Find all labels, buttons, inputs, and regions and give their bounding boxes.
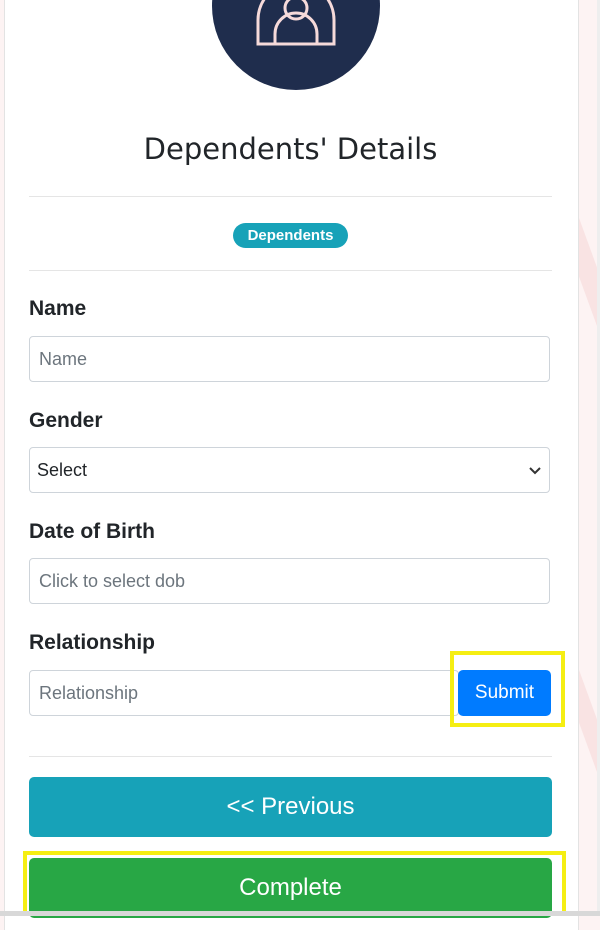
chevron-down-icon: [528, 460, 542, 481]
gender-select[interactable]: Select: [29, 447, 550, 493]
user-group-icon: [250, 0, 342, 59]
section-badge: Dependents: [233, 223, 348, 248]
relationship-input[interactable]: [29, 670, 459, 716]
gender-label: Gender: [29, 409, 103, 432]
relationship-label: Relationship: [29, 631, 156, 654]
avatar: [212, 0, 380, 90]
page-title: Dependents' Details: [143, 132, 438, 166]
divider: [29, 196, 552, 197]
name-label: Name: [29, 297, 87, 320]
dob-label: Date of Birth: [29, 520, 155, 543]
divider: [29, 756, 552, 757]
horizontal-scrollbar[interactable]: [0, 911, 600, 916]
divider: [29, 270, 552, 271]
previous-button[interactable]: << Previous: [29, 777, 552, 837]
highlight-box: [450, 651, 565, 727]
highlight-box: [23, 851, 566, 916]
dob-input[interactable]: [29, 558, 550, 604]
name-input[interactable]: [29, 336, 550, 382]
gender-select-value: Select: [37, 459, 88, 480]
